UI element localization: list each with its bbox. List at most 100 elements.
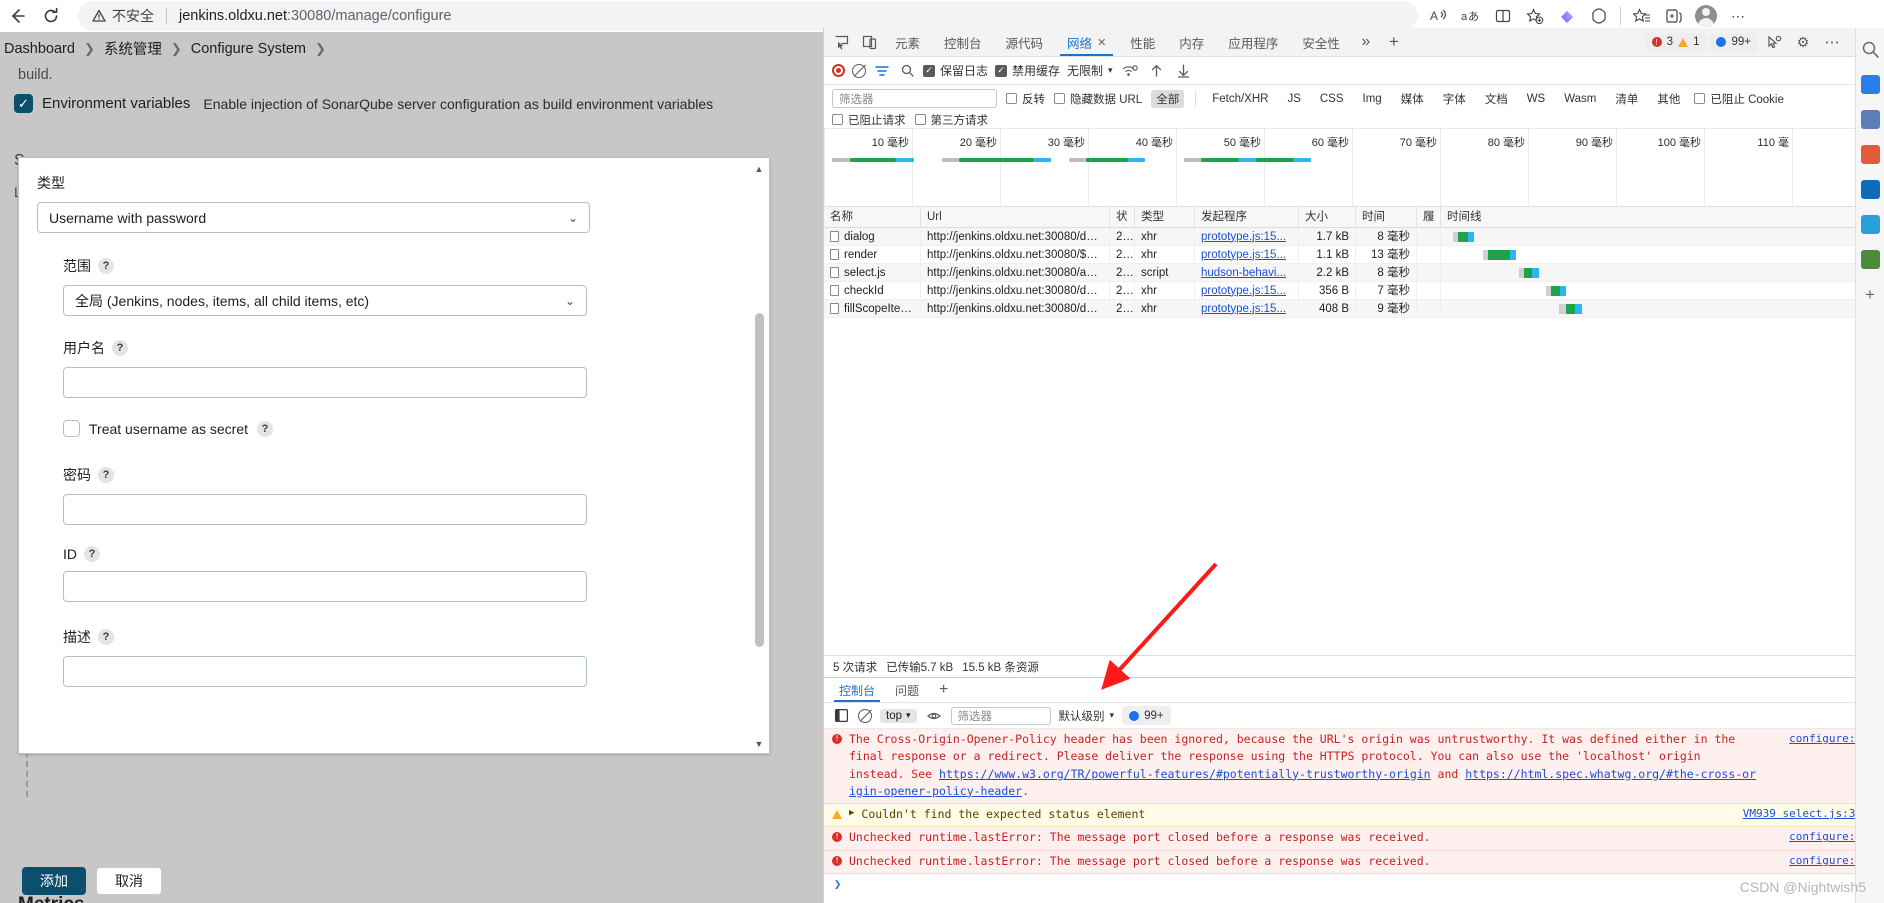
breadcrumb-dashboard[interactable]: Dashboard	[4, 41, 75, 57]
type-filter-fetch-xhr[interactable]: Fetch/XHR	[1207, 92, 1273, 106]
type-select[interactable]: Username with password ⌄	[37, 202, 590, 233]
read-aloud-icon[interactable]: A	[1424, 1, 1454, 31]
column-priority[interactable]: 履	[1417, 206, 1441, 228]
network-filter-input[interactable]: 筛选器	[832, 89, 997, 108]
help-icon[interactable]: ?	[98, 258, 114, 274]
settings-more-icon[interactable]: ⋯	[1723, 1, 1753, 31]
console-message[interactable]: ! The Cross-Origin-Opener-Policy header …	[824, 729, 1884, 804]
blocked-requests-checkbox[interactable]	[832, 114, 843, 125]
initiator-link[interactable]: prototype.js:15...	[1201, 285, 1286, 297]
scroll-up-icon[interactable]: ▲	[754, 164, 764, 174]
type-filter-doc[interactable]: 文档	[1480, 90, 1513, 108]
console-context-select[interactable]: top ▾	[880, 708, 917, 723]
blocked-cookies-checkbox[interactable]	[1694, 93, 1706, 104]
help-icon[interactable]: ?	[112, 340, 128, 356]
close-network-tab-icon[interactable]: ✕	[1097, 36, 1106, 49]
security-warning[interactable]: 不安全	[92, 6, 154, 26]
copilot-sidebar-icon[interactable]	[1860, 75, 1880, 94]
split-screen-icon[interactable]	[1488, 1, 1518, 31]
type-filter-other[interactable]: 其他	[1652, 90, 1685, 108]
network-conditions-icon[interactable]	[1120, 59, 1140, 83]
column-url[interactable]: Url	[921, 206, 1110, 228]
credential-scrollbar-thumb[interactable]	[755, 313, 764, 647]
export-har-icon[interactable]	[1174, 59, 1194, 83]
initiator-link[interactable]: prototype.js:15...	[1201, 303, 1286, 315]
help-icon[interactable]: ?	[98, 467, 114, 483]
treat-username-secret-checkbox[interactable]	[63, 420, 80, 437]
third-party-checkbox[interactable]	[914, 114, 926, 125]
console-message-source[interactable]: configure:1	[1789, 731, 1862, 748]
column-name[interactable]: 名称	[824, 206, 921, 228]
type-filter-img[interactable]: Img	[1358, 92, 1387, 106]
preserve-log-toggle[interactable]: ✓ 保留日志	[923, 62, 988, 79]
preserve-log-checkbox[interactable]: ✓	[923, 64, 935, 77]
console-message-source[interactable]: configure:1	[1789, 853, 1862, 870]
field-treat-username-secret[interactable]: Treat username as secret ?	[63, 420, 273, 437]
cancel-button[interactable]: 取消	[96, 867, 162, 895]
profile-avatar[interactable]	[1691, 1, 1721, 31]
type-filter-manifest[interactable]: 清单	[1610, 90, 1643, 108]
extension-icon[interactable]	[1552, 1, 1582, 31]
table-row[interactable]: checkId http://jenkins.oldxu.net:30080/de…	[824, 281, 1884, 300]
device-toolbar-icon[interactable]	[856, 30, 882, 54]
table-row[interactable]: fillScopeItems?...http://jenkins.oldxu.n…	[824, 299, 1884, 318]
scroll-down-icon[interactable]: ▼	[754, 739, 764, 749]
username-input[interactable]	[63, 367, 587, 398]
console-level-select[interactable]: 默认级别 ▾	[1059, 708, 1115, 724]
invert-checkbox[interactable]	[1006, 93, 1017, 104]
hide-data-urls-checkbox[interactable]	[1054, 93, 1065, 104]
clear-console-icon[interactable]	[858, 708, 872, 723]
live-expression-icon[interactable]	[925, 704, 943, 728]
add-favorite-icon[interactable]	[1520, 1, 1550, 31]
environment-variables-row[interactable]: ✓ Environment variables Enable injection…	[14, 94, 713, 113]
tab-network[interactable]: 网络 ✕	[1056, 28, 1117, 56]
inspect-element-icon[interactable]	[828, 30, 854, 54]
column-waterfall[interactable]: 时间线 ▲	[1441, 206, 1884, 228]
gear-icon[interactable]: ⚙	[1790, 30, 1816, 54]
initiator-link[interactable]: hudson-behavi...	[1201, 267, 1286, 279]
column-size[interactable]: 大小	[1299, 206, 1356, 228]
table-row[interactable]: dialog http://jenkins.oldxu.net:30080/des…	[824, 227, 1884, 246]
type-filter-all[interactable]: 全部	[1151, 89, 1185, 108]
throttle-select[interactable]: 无限制 ▾	[1067, 62, 1113, 79]
credential-scrollbar[interactable]: ▲ ▼	[755, 160, 767, 753]
tab-elements[interactable]: 元素	[884, 28, 931, 56]
type-filter-css[interactable]: CSS	[1315, 92, 1349, 106]
network-overview-ruler[interactable]: 10 毫秒 20 毫秒 30 毫秒 40 毫秒 50 毫秒 60 毫秒 70 毫…	[824, 129, 1884, 207]
tab-console[interactable]: 控制台	[933, 28, 993, 56]
help-icon[interactable]: ?	[84, 546, 100, 562]
description-input[interactable]	[63, 656, 587, 687]
console-message[interactable]: ! Unchecked runtime.lastError: The messa…	[824, 827, 1884, 851]
breadcrumb-system-management[interactable]: 系统管理	[104, 38, 162, 59]
favorites-icon[interactable]	[1627, 1, 1657, 31]
table-row[interactable]: render http://jenkins.oldxu.net:30080/$st…	[824, 245, 1884, 264]
breadcrumb-configure-system[interactable]: Configure System	[191, 41, 306, 57]
contacts-icon[interactable]	[1860, 110, 1880, 129]
clear-button-icon[interactable]	[852, 63, 866, 78]
password-input[interactable]	[63, 494, 587, 525]
drawer-tab-console[interactable]: 控制台	[830, 678, 884, 702]
tab-sources[interactable]: 源代码	[995, 28, 1055, 56]
type-filter-font[interactable]: 字体	[1438, 90, 1471, 108]
console-message-source[interactable]: VM939 select.js:36	[1743, 806, 1862, 823]
id-input[interactable]	[63, 571, 587, 602]
scope-select[interactable]: 全局 (Jenkins, nodes, items, all child ite…	[63, 285, 587, 316]
console-sidebar-icon[interactable]	[832, 704, 850, 728]
issue-counts-badge[interactable]: ! 3 1	[1644, 32, 1707, 52]
type-filter-media[interactable]: 媒体	[1396, 90, 1429, 108]
drawer-add-tab-icon[interactable]: +	[930, 678, 957, 702]
tab-application[interactable]: 应用程序	[1217, 28, 1289, 56]
expand-arrow-icon[interactable]: ▶	[849, 807, 854, 823]
drawer-tab-issues[interactable]: 问题	[886, 678, 928, 702]
initiator-link[interactable]: prototype.js:15...	[1201, 249, 1286, 261]
console-message[interactable]: ▶ Couldn't find the expected status elem…	[824, 804, 1884, 828]
console-info-badge[interactable]: 99+	[1122, 706, 1171, 725]
search-icon[interactable]	[1861, 40, 1880, 59]
help-icon[interactable]: ?	[98, 629, 114, 645]
type-filter-wasm[interactable]: Wasm	[1559, 92, 1601, 106]
column-type[interactable]: 类型	[1135, 206, 1195, 228]
type-filter-js[interactable]: JS	[1282, 92, 1305, 106]
blocked-requests-toggle[interactable]: 已阻止请求	[832, 112, 906, 128]
table-row[interactable]: select.js http://jenkins.oldxu.net:30080/…	[824, 263, 1884, 282]
column-time[interactable]: 时间	[1356, 206, 1417, 228]
